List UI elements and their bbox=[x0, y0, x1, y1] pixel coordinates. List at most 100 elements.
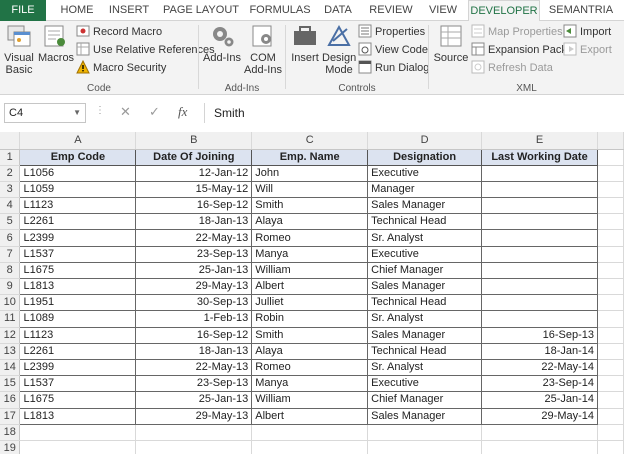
row-header[interactable]: 13 bbox=[0, 343, 21, 360]
row-header[interactable]: 9 bbox=[0, 278, 21, 296]
tab-review[interactable]: REVIEW bbox=[366, 0, 416, 21]
cell[interactable] bbox=[481, 424, 598, 441]
use-relative-references-button[interactable]: Use Relative References bbox=[76, 42, 215, 59]
cell[interactable]: Smith bbox=[251, 326, 369, 344]
tab-insert[interactable]: INSERT bbox=[104, 0, 154, 21]
cell[interactable]: 23-Sep-14 bbox=[481, 375, 598, 393]
cell[interactable]: Chief Manager bbox=[367, 261, 483, 280]
cell[interactable]: 18-Jan-13 bbox=[135, 213, 253, 231]
cell[interactable]: 12-Jan-12 bbox=[135, 164, 253, 182]
cell[interactable]: 22-May-13 bbox=[135, 229, 253, 247]
row-header[interactable]: 3 bbox=[0, 181, 21, 199]
cell[interactable]: L1089 bbox=[19, 310, 137, 328]
cell[interactable]: Executive bbox=[367, 164, 483, 182]
cell[interactable]: Sr. Analyst bbox=[367, 358, 483, 377]
tab-file[interactable]: FILE bbox=[0, 0, 46, 21]
cell[interactable] bbox=[597, 440, 624, 454]
source-button[interactable]: Source bbox=[433, 23, 469, 64]
cell[interactable]: 25-Jan-13 bbox=[135, 261, 253, 280]
cell[interactable]: Sales Manager bbox=[367, 197, 483, 215]
header-cell[interactable]: Designation bbox=[367, 148, 483, 166]
header-cell[interactable]: Emp Code bbox=[19, 148, 137, 166]
cell[interactable] bbox=[597, 424, 624, 441]
cell[interactable]: L2261 bbox=[19, 213, 137, 231]
cell[interactable]: 16-Sep-13 bbox=[481, 326, 598, 344]
cell[interactable] bbox=[597, 359, 624, 377]
cell[interactable] bbox=[135, 424, 253, 441]
cell[interactable]: Sr. Analyst bbox=[367, 310, 483, 328]
record-macro-button[interactable]: Record Macro bbox=[76, 24, 162, 41]
cell[interactable]: Sales Manager bbox=[367, 407, 483, 425]
header-cell[interactable]: Date Of Joining bbox=[135, 148, 253, 166]
cell[interactable]: Romeo bbox=[251, 229, 369, 247]
properties-button[interactable]: Properties bbox=[358, 24, 425, 41]
cell[interactable] bbox=[367, 440, 483, 454]
cell[interactable] bbox=[481, 277, 598, 296]
cell[interactable] bbox=[481, 261, 598, 280]
tab-view[interactable]: VIEW bbox=[422, 0, 464, 21]
cell[interactable]: Julliet bbox=[251, 294, 369, 312]
cell[interactable]: L2399 bbox=[19, 358, 137, 377]
column-header-e[interactable]: E bbox=[481, 132, 598, 150]
cell[interactable]: Manya bbox=[251, 375, 369, 393]
cell[interactable]: John bbox=[251, 164, 369, 182]
cell[interactable]: 1-Feb-13 bbox=[135, 310, 253, 328]
cell[interactable]: L1056 bbox=[19, 164, 137, 182]
cell[interactable] bbox=[19, 440, 137, 454]
cell[interactable]: 22-May-13 bbox=[135, 358, 253, 377]
cell[interactable]: William bbox=[251, 261, 369, 280]
cell[interactable]: 30-Sep-13 bbox=[135, 294, 253, 312]
formula-input[interactable]: Smith bbox=[204, 103, 622, 123]
add-ins-button[interactable]: Add-Ins bbox=[203, 23, 241, 64]
cell[interactable] bbox=[481, 310, 598, 328]
tab-formulas[interactable]: FORMULAS bbox=[248, 0, 312, 21]
column-header-c[interactable]: C bbox=[251, 132, 369, 150]
view-code-button[interactable]: View Code bbox=[358, 42, 428, 59]
refresh-data-button[interactable]: Refresh Data bbox=[471, 60, 553, 77]
cell[interactable]: L1675 bbox=[19, 391, 137, 409]
cell[interactable]: Executive bbox=[367, 245, 483, 263]
cell[interactable] bbox=[597, 278, 624, 296]
cell[interactable]: L1123 bbox=[19, 197, 137, 215]
cell[interactable]: 22-May-14 bbox=[481, 358, 598, 377]
cell[interactable]: 18-Jan-14 bbox=[481, 342, 598, 360]
cell[interactable] bbox=[251, 440, 369, 454]
name-box[interactable]: C4 ▼ bbox=[4, 103, 86, 123]
cell[interactable] bbox=[481, 197, 598, 215]
cell[interactable]: Albert bbox=[251, 407, 369, 425]
cell[interactable] bbox=[597, 343, 624, 360]
cell[interactable] bbox=[481, 229, 598, 247]
cell[interactable]: Sales Manager bbox=[367, 277, 483, 296]
cell[interactable]: L1537 bbox=[19, 375, 137, 393]
cell[interactable]: 23-Sep-13 bbox=[135, 245, 253, 263]
row-header[interactable]: 2 bbox=[0, 165, 21, 182]
row-header[interactable]: 12 bbox=[0, 327, 21, 344]
cell[interactable]: 29-May-14 bbox=[481, 407, 598, 425]
cell[interactable]: William bbox=[251, 391, 369, 409]
cell[interactable]: Manya bbox=[251, 245, 369, 263]
import-button[interactable]: Import bbox=[563, 24, 611, 41]
cell[interactable] bbox=[251, 424, 369, 441]
row-header[interactable]: 5 bbox=[0, 213, 21, 231]
cell[interactable] bbox=[597, 197, 624, 215]
cell[interactable] bbox=[481, 294, 598, 312]
cell[interactable]: L1059 bbox=[19, 180, 137, 199]
cell[interactable]: 16-Sep-12 bbox=[135, 197, 253, 215]
insert-function-button[interactable]: fx bbox=[178, 104, 187, 120]
design-mode-button[interactable]: Design Mode bbox=[322, 23, 356, 76]
insert-control-button[interactable]: Insert bbox=[288, 23, 322, 64]
cell[interactable]: 25-Jan-14 bbox=[481, 391, 598, 409]
cell[interactable]: Technical Head bbox=[367, 294, 483, 312]
cell[interactable]: Sr. Analyst bbox=[367, 229, 483, 247]
row-header[interactable]: 16 bbox=[0, 391, 21, 409]
cell[interactable] bbox=[19, 424, 137, 441]
cell[interactable] bbox=[481, 440, 598, 454]
cell[interactable]: L2261 bbox=[19, 342, 137, 360]
cell[interactable] bbox=[367, 424, 483, 441]
export-button[interactable]: Export bbox=[563, 42, 612, 59]
cell[interactable]: Alaya bbox=[251, 213, 369, 231]
tab-data[interactable]: DATA bbox=[318, 0, 358, 21]
cell[interactable]: L1675 bbox=[19, 261, 137, 280]
row-header[interactable]: 8 bbox=[0, 262, 21, 280]
cell[interactable] bbox=[597, 391, 624, 409]
